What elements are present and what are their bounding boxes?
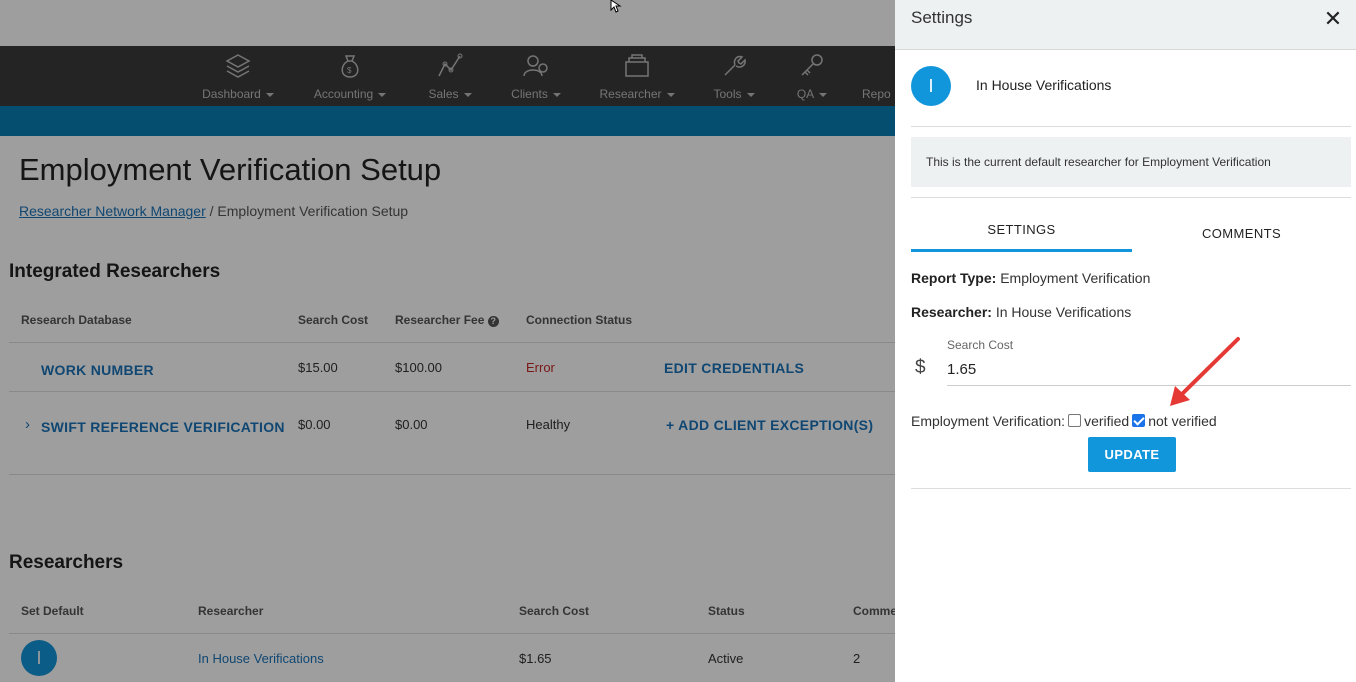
active-tab-indicator	[911, 249, 1132, 252]
ev-label: Employment Verification:	[911, 413, 1066, 429]
not-verified-label: not verified	[1148, 413, 1217, 429]
employment-verification-row: Employment Verification: verified not veri…	[911, 413, 1217, 429]
search-cost-label: Search Cost	[947, 338, 1014, 352]
update-button[interactable]: UPDATE	[1088, 437, 1176, 472]
settings-panel: Settings ✕ I In House Verifications This…	[895, 0, 1356, 682]
verified-label: verified	[1084, 413, 1130, 429]
search-cost-input[interactable]: 1.65	[947, 361, 1351, 386]
divider	[911, 488, 1351, 489]
verified-checkbox[interactable]	[1068, 414, 1082, 427]
tab-comments[interactable]: COMMENTS	[1132, 226, 1351, 256]
modal-overlay[interactable]	[0, 0, 895, 682]
divider	[911, 126, 1351, 127]
annotation-arrow-icon	[1170, 337, 1240, 406]
tab-settings[interactable]: SETTINGS	[911, 222, 1132, 252]
not-verified-checkbox[interactable]	[1132, 414, 1146, 427]
researcher-value: In House Verifications	[995, 304, 1132, 320]
report-type-row: Report Type: Employment Verification	[911, 270, 1150, 286]
researcher-row: Researcher: In House Verifications	[911, 304, 1131, 320]
researcher-name: In House Verifications	[976, 77, 1112, 93]
researcher-label: Researcher:	[911, 304, 992, 320]
dollar-icon: $	[915, 357, 926, 378]
report-type-label: Report Type:	[911, 270, 997, 286]
divider	[911, 197, 1351, 198]
report-type-value: Employment Verification	[1000, 270, 1151, 286]
default-note: This is the current default researcher f…	[911, 137, 1351, 187]
panel-title: Settings	[911, 8, 973, 27]
panel-header: Settings ✕	[895, 0, 1356, 50]
close-icon[interactable]: ✕	[1322, 8, 1344, 30]
researcher-avatar: I	[911, 66, 951, 106]
mouse-cursor-icon	[610, 0, 622, 13]
